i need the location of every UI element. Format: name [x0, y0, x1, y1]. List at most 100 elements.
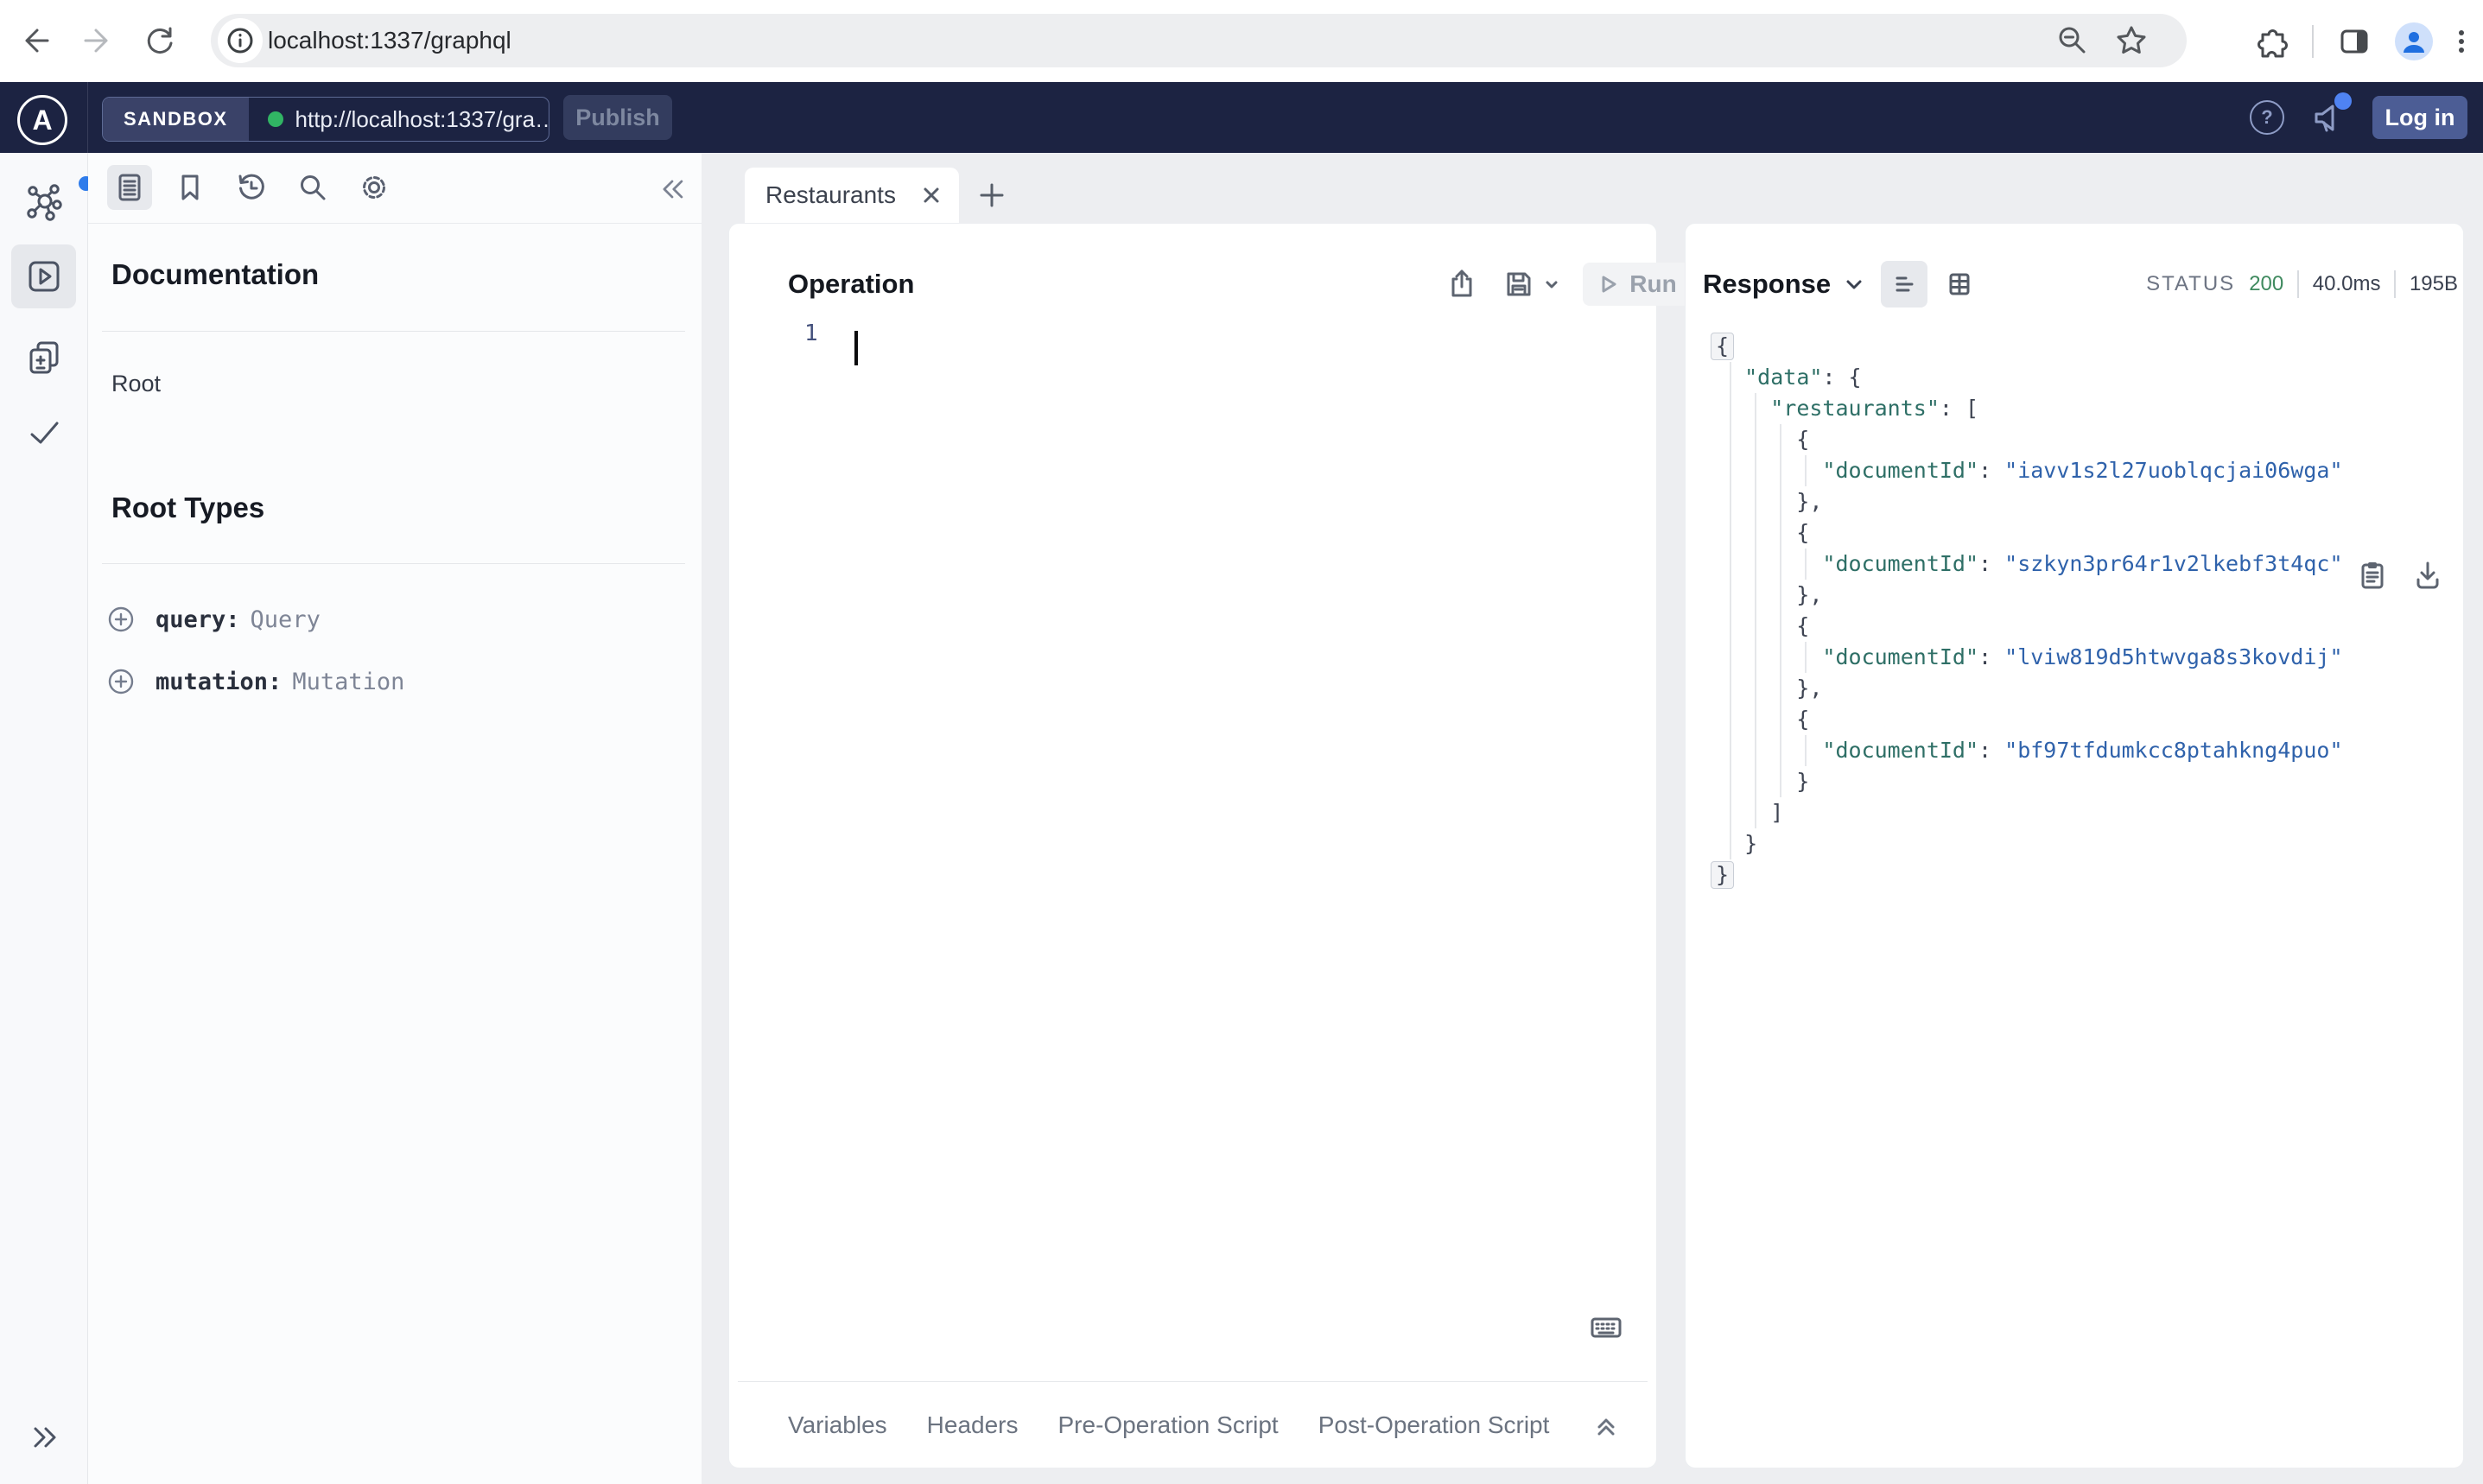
root-type-mutation[interactable]: mutation: Mutation — [107, 660, 404, 703]
fold-marker[interactable]: { — [1711, 333, 1735, 360]
rail-checks[interactable] — [11, 400, 76, 464]
code-line: } — [1718, 831, 1758, 856]
code-line: { — [1711, 331, 2343, 362]
endpoint-url[interactable]: http://localhost:1337/gra… — [295, 106, 549, 133]
footer-tab-headers[interactable]: Headers — [927, 1411, 1019, 1439]
response-meta: STATUS 200 40.0ms 195B — [2146, 270, 2458, 298]
help-icon[interactable]: ? — [2250, 100, 2284, 135]
footer-tab-variables[interactable]: Variables — [788, 1411, 887, 1439]
code-line: } — [1711, 859, 2343, 891]
header-divider — [87, 82, 88, 153]
docs-title: Documentation — [111, 258, 320, 290]
download-response-icon[interactable] — [2411, 559, 2444, 592]
connection-status-dot — [267, 111, 283, 127]
reload-icon[interactable] — [143, 23, 177, 58]
profile-avatar[interactable] — [2395, 22, 2433, 60]
site-info-icon[interactable] — [218, 18, 263, 63]
operation-footer-tabs: Variables Headers Pre-Operation Script Post… — [788, 1411, 1549, 1439]
settings-icon[interactable] — [352, 165, 397, 210]
url-text[interactable]: localhost:1337/graphql — [268, 27, 511, 54]
save-chevron-icon — [1546, 281, 1558, 289]
save-icon[interactable] — [1502, 267, 1560, 301]
root-type-name: query: — [156, 606, 240, 633]
tab-restaurants[interactable]: Restaurants — [745, 168, 959, 223]
operation-footer: Variables Headers Pre-Operation Script Post… — [738, 1381, 1648, 1468]
bookmark-star-icon[interactable] — [2114, 23, 2149, 58]
app-root: localhost:1337/graphql A SANDBOX http://… — [0, 0, 2483, 1484]
expand-plus-icon[interactable] — [107, 668, 135, 695]
left-rail — [0, 153, 93, 1484]
new-tab-icon[interactable] — [975, 178, 1009, 212]
back-icon[interactable] — [19, 23, 54, 58]
announcements-icon[interactable] — [2310, 92, 2352, 136]
notification-dot — [2334, 92, 2352, 110]
keyboard-shortcuts-icon[interactable] — [1589, 1310, 1623, 1345]
endpoint-control[interactable]: SANDBOX http://localhost:1337/gra… — [102, 97, 549, 142]
meta-divider — [2297, 270, 2299, 298]
operation-panel: Operation Run 1 Variables Headers Pre-Op… — [728, 223, 1691, 1468]
tab-label: Restaurants — [765, 181, 896, 208]
response-dropdown-icon[interactable] — [1843, 273, 1865, 295]
code-line: "data": { — [1744, 365, 1862, 390]
response-time: 40.0ms — [2312, 272, 2381, 295]
footer-tab-post-operation-script[interactable]: Post-Operation Script — [1318, 1411, 1550, 1439]
meta-divider — [2394, 270, 2396, 298]
history-icon[interactable] — [229, 165, 274, 210]
raw-view-toggle[interactable] — [1881, 261, 1928, 308]
run-play-icon — [1602, 276, 1616, 293]
root-type-name: mutation: — [156, 668, 283, 695]
divider — [102, 563, 685, 564]
toolbar-divider — [2312, 24, 2314, 58]
help-glyph: ? — [2261, 106, 2273, 128]
collapse-sidebar-icon[interactable] — [655, 172, 689, 206]
rail-explorer[interactable] — [11, 244, 76, 308]
root-types-title: Root Types — [111, 491, 265, 523]
docs-root-link[interactable]: Root — [111, 371, 161, 397]
code-line: "documentId": "bf97tfdumkcc8ptahkng4puo" — [1822, 738, 2343, 763]
browser-chrome: localhost:1337/graphql — [0, 0, 2483, 82]
root-type-query[interactable]: query: Query — [107, 598, 321, 641]
operation-editor[interactable] — [833, 310, 1639, 1329]
code-line: } — [1718, 769, 1810, 794]
code-line: }, — [1718, 489, 1823, 514]
documentation-tab-icon[interactable] — [107, 165, 152, 210]
response-size: 195B — [2409, 272, 2458, 295]
response-panel: Response STATUS 200 40.0ms 195B {"data"… — [1685, 223, 2464, 1468]
status-code: 200 — [2249, 272, 2284, 295]
side-panel-icon[interactable] — [2336, 23, 2372, 60]
code-line: ] — [1718, 800, 1784, 825]
share-icon[interactable] — [1445, 267, 1479, 301]
publish-button[interactable]: Publish — [563, 95, 672, 140]
search-icon[interactable] — [290, 165, 335, 210]
rail-schema-graph[interactable] — [11, 169, 93, 233]
tab-close-icon[interactable] — [919, 183, 943, 207]
table-view-toggle[interactable] — [1936, 261, 1983, 308]
extensions-icon[interactable] — [2253, 23, 2289, 60]
zoom-out-icon[interactable] — [2055, 23, 2090, 58]
docs-sidebar: Documentation Root Root Types query: Quer… — [88, 153, 702, 1484]
address-bar[interactable]: localhost:1337/graphql — [211, 14, 2187, 67]
root-type-type: Mutation — [292, 668, 405, 695]
run-button[interactable]: Run — [1583, 263, 1691, 306]
operation-title: Operation — [788, 269, 915, 299]
code-line: "documentId": "szkyn3pr64r1v2lkebf3t4qc" — [1822, 551, 2343, 576]
divider — [102, 331, 685, 332]
footer-tab-pre-operation-script[interactable]: Pre-Operation Script — [1058, 1411, 1279, 1439]
forward-icon[interactable] — [79, 23, 114, 58]
fold-marker[interactable]: } — [1711, 861, 1735, 889]
footer-collapse-icon[interactable] — [1591, 1410, 1622, 1441]
browser-menu-icon[interactable] — [2455, 23, 2467, 60]
rail-schema-diff[interactable] — [11, 326, 76, 390]
expand-plus-icon[interactable] — [107, 606, 135, 633]
rail-expand-icon[interactable] — [11, 1405, 76, 1469]
code-line: { — [1718, 427, 1810, 452]
bookmarks-icon[interactable] — [168, 165, 213, 210]
code-line: "documentId": "iavv1s2l27uoblqcjai06wga" — [1822, 458, 2343, 483]
apollo-logo[interactable]: A — [17, 95, 67, 145]
login-button[interactable]: Log in — [2372, 96, 2467, 139]
code-line: { — [1718, 520, 1810, 545]
status-label: STATUS — [2146, 272, 2236, 295]
copy-response-icon[interactable] — [2356, 559, 2389, 592]
response-code[interactable]: { "data": { "restaurants": [ { "document… — [1711, 331, 2343, 891]
code-line: }, — [1718, 675, 1823, 701]
